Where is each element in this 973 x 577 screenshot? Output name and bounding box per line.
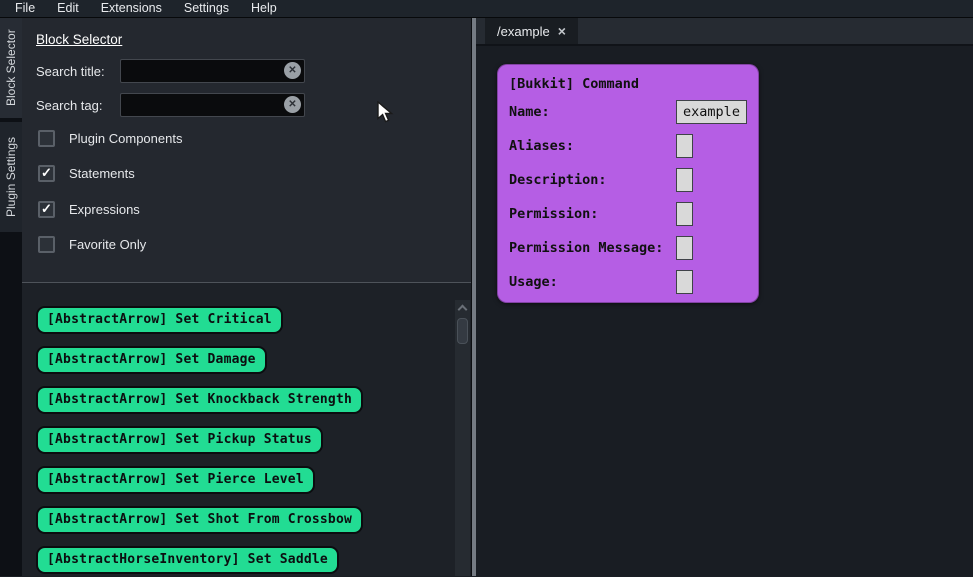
editor-panel: /example × [Bukkit] Command Name: example… bbox=[476, 18, 973, 576]
block-selector-panel: Block Selector Search title: ✕ Search tag:… bbox=[22, 18, 471, 576]
command-field-input[interactable]: example bbox=[676, 100, 747, 124]
rail-tab-block-selector[interactable]: Block Selector bbox=[0, 18, 22, 118]
menu-item-settings[interactable]: Settings bbox=[184, 0, 229, 17]
statement-block-item[interactable]: [AbstractArrow] Set Knockback Strength bbox=[36, 386, 364, 414]
command-field-row: Permission Message: bbox=[509, 231, 747, 265]
block-selector-filters: Block Selector Search title: ✕ Search tag:… bbox=[22, 18, 471, 283]
menu-item-help[interactable]: Help bbox=[251, 0, 277, 17]
search-field-label: Search tag: bbox=[36, 97, 103, 113]
filter-row-expressions[interactable]: ✓ Expressions bbox=[38, 198, 140, 220]
statement-block-item[interactable]: [AbstractHorseInventory] Set Saddle bbox=[36, 546, 339, 574]
sidebar-rail: Block Selector Plugin Settings bbox=[0, 18, 22, 576]
checkbox-checked[interactable]: ✓ bbox=[38, 200, 55, 218]
search-input-wrap: ✕ bbox=[120, 93, 305, 117]
command-field-row: Description: bbox=[509, 163, 747, 197]
main-area: Block Selector Plugin Settings Block Sele… bbox=[0, 18, 973, 576]
clear-input-icon[interactable]: ✕ bbox=[284, 96, 301, 113]
command-field-label: Permission: bbox=[509, 206, 599, 222]
command-field-label: Permission Message: bbox=[509, 240, 664, 256]
panel-title: Block Selector bbox=[36, 32, 123, 47]
command-field-label: Usage: bbox=[509, 274, 558, 290]
filter-label: Plugin Components bbox=[69, 130, 183, 146]
statement-block-item[interactable]: [AbstractArrow] Set Damage bbox=[36, 346, 267, 374]
menubar: File Edit Extensions Settings Help bbox=[0, 0, 973, 18]
command-field-input[interactable] bbox=[676, 270, 693, 294]
command-field-row: Usage: bbox=[509, 265, 747, 299]
filter-label: Expressions bbox=[69, 201, 140, 217]
close-icon[interactable]: × bbox=[558, 24, 566, 38]
block-list: [AbstractArrow] Set Critical [AbstractArr… bbox=[22, 283, 471, 576]
clear-input-icon[interactable]: ✕ bbox=[284, 62, 301, 79]
statement-block-item[interactable]: [AbstractArrow] Set Critical bbox=[36, 306, 283, 334]
checkbox-unchecked[interactable] bbox=[38, 235, 55, 253]
search-field-label: Search title: bbox=[36, 63, 105, 79]
statement-block-item[interactable]: [AbstractArrow] Set Shot From Crossbow bbox=[36, 506, 364, 534]
search-title-input[interactable] bbox=[120, 59, 305, 83]
menu-item-edit[interactable]: Edit bbox=[57, 0, 79, 17]
command-field-row: Name: example bbox=[509, 95, 747, 129]
tab-label: /example bbox=[497, 23, 550, 39]
command-field-label: Name: bbox=[509, 104, 550, 120]
command-field-label: Aliases: bbox=[509, 138, 575, 154]
statement-block-item[interactable]: [AbstractArrow] Set Pickup Status bbox=[36, 426, 323, 454]
command-block-title: [Bukkit] Command bbox=[509, 76, 640, 92]
filter-row-statements[interactable]: ✓ Statements bbox=[38, 162, 135, 184]
filter-row-favorite-only[interactable]: Favorite Only bbox=[38, 233, 146, 255]
search-row: Search tag: ✕ bbox=[36, 93, 305, 117]
command-field-input[interactable] bbox=[676, 202, 693, 226]
editor-tab-strip: /example × bbox=[476, 18, 973, 46]
search-input-wrap: ✕ bbox=[120, 59, 305, 83]
search-tag-input[interactable] bbox=[120, 93, 305, 117]
command-field-row: Aliases: bbox=[509, 129, 747, 163]
checkbox-unchecked[interactable] bbox=[38, 129, 55, 147]
filter-row-plugin-components[interactable]: Plugin Components bbox=[38, 127, 182, 149]
menu-item-extensions[interactable]: Extensions bbox=[101, 0, 162, 17]
menu-item-file[interactable]: File bbox=[15, 0, 35, 17]
bukkit-command-block[interactable]: [Bukkit] Command Name: example Aliases: Des… bbox=[497, 64, 759, 303]
scrollbar[interactable] bbox=[455, 300, 470, 576]
command-field-row: Permission: bbox=[509, 197, 747, 231]
filter-label: Favorite Only bbox=[69, 236, 147, 252]
command-field-input[interactable] bbox=[676, 236, 693, 260]
scrollbar-thumb[interactable] bbox=[457, 318, 468, 344]
statement-block-item[interactable]: [AbstractArrow] Set Pierce Level bbox=[36, 466, 315, 494]
checkbox-checked[interactable]: ✓ bbox=[38, 164, 55, 182]
command-field-label: Description: bbox=[509, 172, 607, 188]
scroll-up-icon[interactable] bbox=[457, 304, 468, 315]
command-field-input[interactable] bbox=[676, 168, 693, 192]
search-row: Search title: ✕ bbox=[36, 59, 305, 83]
rail-tab-plugin-settings[interactable]: Plugin Settings bbox=[0, 122, 22, 232]
editor-canvas[interactable]: [Bukkit] Command Name: example Aliases: Des… bbox=[476, 46, 973, 576]
command-field-input[interactable] bbox=[676, 134, 693, 158]
tab-example[interactable]: /example × bbox=[485, 18, 578, 44]
filter-label: Statements bbox=[69, 165, 135, 181]
